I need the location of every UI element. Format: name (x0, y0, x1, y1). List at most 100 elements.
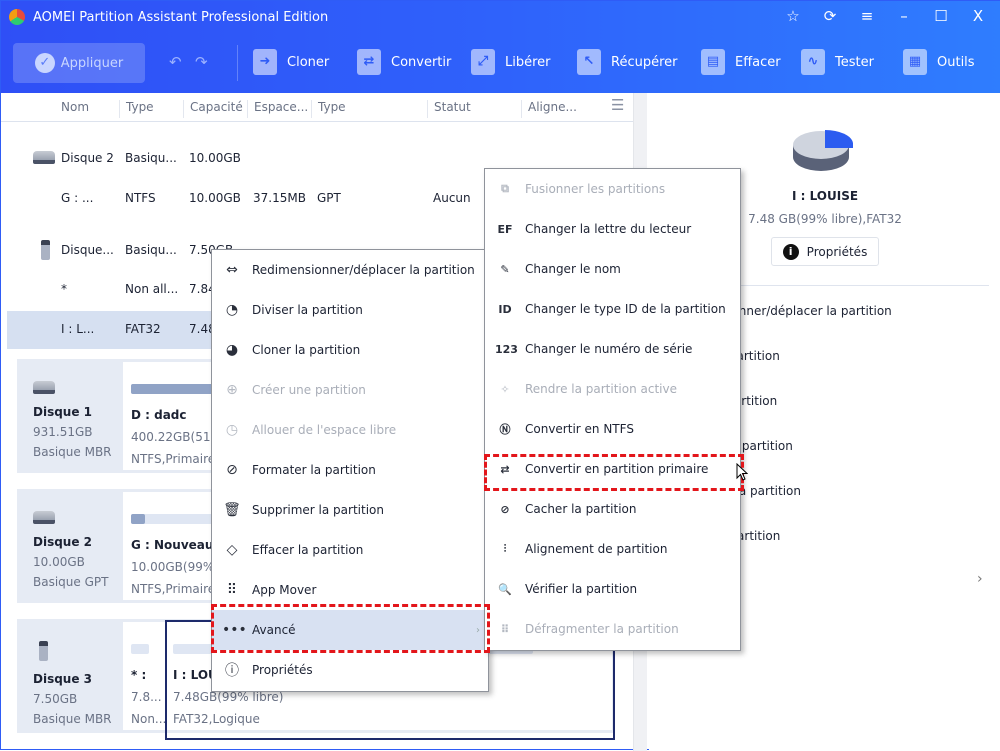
menu-item-icon: 🔍 (498, 582, 512, 596)
menu-item-diviser-la-partition[interactable]: ◔ Diviser la partition (212, 290, 488, 330)
menu-item-label: Changer le type ID de la partition (525, 302, 726, 316)
column-header[interactable]: Aligne... (521, 100, 577, 118)
toolbar-libérer[interactable]: ⤢ Libérer (471, 49, 551, 75)
menu-icon[interactable]: ≡ (853, 7, 881, 25)
disk-glyph (33, 151, 55, 164)
menu-item-label: Convertir en partition primaire (525, 462, 709, 476)
menu-item-icon: ✎ (500, 262, 510, 276)
table-cell: * (61, 282, 67, 296)
toolbar-divider (237, 45, 238, 81)
toolbar-récupérer[interactable]: ↖ Récupérer (577, 49, 678, 75)
menu-item-propriétés[interactable]: ⓘ Propriétés (212, 650, 488, 690)
menu-item-effacer-la-partition[interactable]: ◇ Effacer la partition (212, 530, 488, 570)
disk-icon (33, 151, 55, 167)
menu-item-icon: ◷ (225, 422, 239, 438)
toolbar-label: Outils (937, 54, 975, 70)
menu-item-redimensionner-déplacer-la-partition[interactable]: ⇔ Redimensionner/déplacer la partition (212, 250, 488, 290)
menu-item-app-mover[interactable]: ⠿ App Mover (212, 570, 488, 610)
toolbar-label: Convertir (391, 54, 452, 70)
toolbar-icon: ▦ (903, 49, 927, 75)
undo-icon[interactable]: ↶ (169, 53, 182, 71)
table-cell: GPT (317, 191, 341, 205)
toolbar-icon: ⤢ (471, 49, 495, 75)
menu-item-allouer-de-l-espace-libre: ◷ Allouer de l'espace libre (212, 410, 488, 450)
partition-size: 7.8... (131, 690, 162, 704)
toolbar-label: Effacer (735, 54, 781, 70)
menu-item-icon: ⊘ (500, 502, 510, 516)
column-header[interactable]: Statut (427, 100, 471, 118)
column-header[interactable]: Type (119, 100, 154, 118)
menu-item-formater-la-partition[interactable]: ⊘ Formater la partition (212, 450, 488, 490)
usb-icon (41, 240, 50, 263)
title-toolbar: AOMEI Partition Assistant Professional E… (1, 1, 1000, 93)
toolbar-label: Libérer (505, 54, 551, 70)
menu-item-convertir-en-partition-primaire[interactable]: ⇄ Convertir en partition primaire (485, 449, 740, 489)
menu-item-label: Diviser la partition (252, 303, 363, 317)
menu-item-alignement-de-partition[interactable]: ⫶ Alignement de partition (485, 529, 740, 569)
window-title: AOMEI Partition Assistant Professional E… (33, 10, 329, 25)
properties-button[interactable]: i Propriétés (771, 237, 879, 266)
menu-item-changer-le-type-id-de-la-partition[interactable]: ID Changer le type ID de la partition (485, 289, 740, 329)
minimize-button[interactable]: – (890, 7, 918, 25)
column-header[interactable]: Nom (55, 100, 89, 118)
table-cell: FAT32 (125, 322, 161, 336)
toolbar-effacer[interactable]: ▤ Effacer (701, 49, 781, 75)
toolbar-icon: ➜ (253, 49, 277, 75)
toolbar-convertir[interactable]: ⇄ Convertir (357, 49, 451, 75)
menu-item-icon: ⇄ (500, 462, 510, 476)
menu-item-changer-la-lettre-du-lecteur[interactable]: EF Changer la lettre du lecteur (485, 209, 740, 249)
toolbar-outils[interactable]: ▦ Outils (903, 49, 975, 75)
partition-fs: NTFS,Primaire (131, 452, 216, 466)
maximize-button[interactable]: ☐ (927, 7, 955, 25)
apply-label: Appliquer (60, 55, 124, 71)
column-header[interactable]: Capacité (183, 100, 243, 118)
disk-info: Disque 2 10.00GB Basique GPT (33, 511, 108, 589)
menu-item-icon: ⫶ (503, 542, 507, 555)
menu-item-icon: ✧ (500, 382, 510, 396)
check-icon: ✓ (34, 53, 55, 73)
refresh-icon[interactable]: ⟳ (816, 7, 844, 25)
toolbar-icon: ▤ (701, 49, 725, 75)
table-cell: NTFS (125, 191, 156, 205)
menu-item-label: App Mover (252, 583, 317, 597)
advanced-submenu: ⧉ Fusionner les partitions EF Changer la le… (484, 168, 741, 651)
menu-item-label: Convertir en NTFS (525, 422, 634, 436)
table-cell: Basiqu... (125, 243, 177, 257)
toolbar-label: Tester (835, 54, 874, 70)
apply-button[interactable]: ✓ Appliquer (13, 43, 145, 83)
toolbar-cloner[interactable]: ➜ Cloner (253, 49, 329, 75)
favorite-icon[interactable]: ☆ (779, 7, 807, 25)
menu-item-cloner-la-partition[interactable]: ◕ Cloner la partition (212, 330, 488, 370)
divider (729, 285, 989, 286)
menu-item-avancé[interactable]: ••• Avancé › (212, 610, 488, 650)
menu-item-icon: ◕ (225, 342, 239, 358)
menu-item-cacher-la-partition[interactable]: ⊘ Cacher la partition (485, 489, 740, 529)
partition-block[interactable]: D : dadc 400.22GB(51% NTFS,Primaire (131, 408, 222, 474)
column-settings-icon[interactable]: ☰ (605, 96, 624, 114)
menu-item-vérifier-la-partition[interactable]: 🔍 Vérifier la partition (485, 569, 740, 609)
partition-block[interactable]: * : 7.8... Non... (131, 668, 166, 734)
toolbar-tester[interactable]: ∿ Tester (801, 49, 874, 75)
chevron-right-icon: › (476, 624, 480, 636)
redo-icon[interactable]: ↷ (195, 53, 208, 71)
close-button[interactable]: X (964, 7, 992, 25)
menu-item-icon: 🗑 (223, 502, 241, 518)
menu-item-icon: ⠿ (226, 582, 238, 598)
properties-label: Propriétés (806, 244, 868, 259)
column-header[interactable]: Type (311, 100, 346, 118)
disk-size: 7.50GB (33, 692, 78, 706)
menu-item-label: Défragmenter la partition (525, 622, 679, 636)
menu-item-icon: ⠿ (500, 622, 510, 636)
disk-type: Basique MBR (33, 445, 112, 459)
menu-item-supprimer-la-partition[interactable]: 🗑 Supprimer la partition (212, 490, 488, 530)
menu-item-changer-le-numéro-de-série[interactable]: 123 Changer le numéro de série (485, 329, 740, 369)
partition-name: D : dadc (131, 408, 187, 422)
column-header[interactable]: Espace... (247, 100, 308, 118)
menu-item-convertir-en-ntfs[interactable]: Ⓝ Convertir en NTFS (485, 409, 740, 449)
menu-item-changer-le-nom[interactable]: ✎ Changer le nom (485, 249, 740, 289)
menu-item-label: Changer le numéro de série (525, 342, 693, 356)
table-cell: Disque... (61, 243, 114, 257)
disk-size: 10.00GB (33, 555, 85, 569)
disk-name: Disque 2 (33, 535, 93, 549)
mouse-cursor-icon (736, 463, 748, 481)
